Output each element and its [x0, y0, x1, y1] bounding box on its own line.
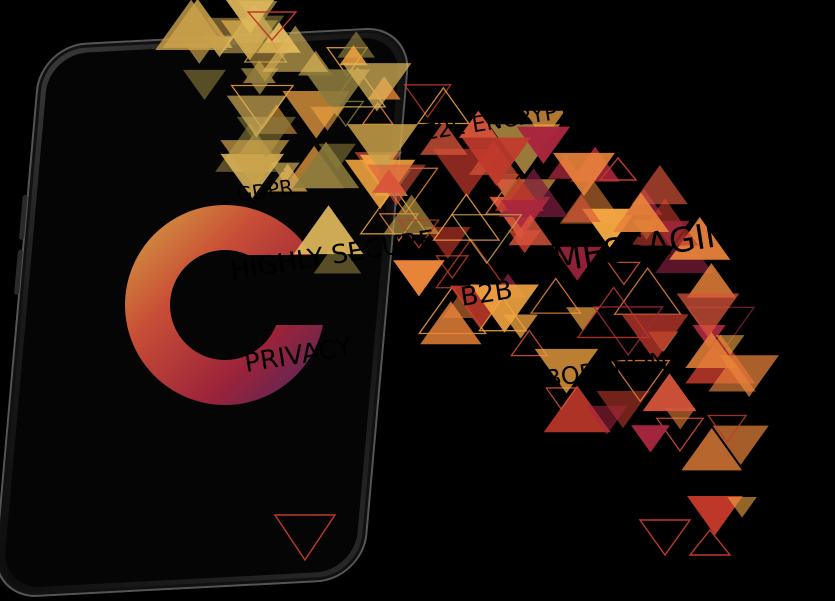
- keyword-highly-secure: HIGHLY SECURE: [228, 225, 437, 287]
- keyword-privacy: PRIVACY: [242, 332, 354, 379]
- keyword-closed-app: CLOSED APP: [421, 443, 536, 481]
- keyword-gdpr: GDPR: [235, 174, 295, 207]
- keyword-e2e-encryption: E2E ENCRYPTION: [422, 92, 612, 146]
- hero-scene: E2E ENCRYPTION GDPR HIGHLY SECURE MESSAG…: [0, 0, 835, 601]
- keyword-b2b: B2B: [458, 275, 514, 313]
- keyword-cloud: E2E ENCRYPTION GDPR HIGHLY SECURE MESSAG…: [228, 92, 759, 481]
- keyword-messaging: MESSAGING: [550, 209, 759, 281]
- keyword-collaboration: COLLABORATION: [465, 346, 670, 405]
